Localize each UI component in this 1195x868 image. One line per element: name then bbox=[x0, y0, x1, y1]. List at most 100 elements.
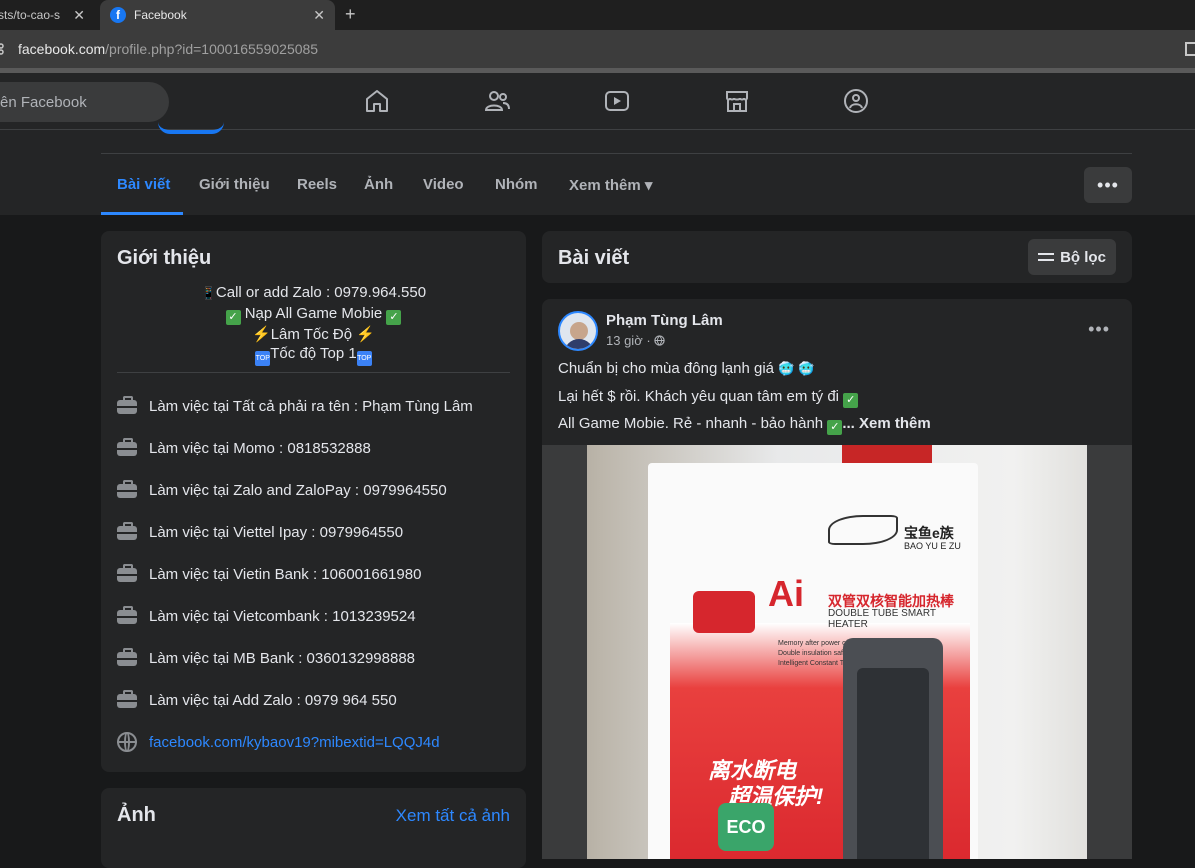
more-options-button[interactable]: ••• bbox=[1084, 167, 1132, 203]
url-host: facebook.com bbox=[18, 41, 106, 57]
work-item: Làm việc tại Viettel Ipay : 0979964550 bbox=[117, 520, 510, 544]
watch-icon[interactable] bbox=[604, 88, 630, 114]
bio-line-text: Lâm Tốc Độ bbox=[270, 325, 353, 343]
search-placeholder: ên Facebook bbox=[0, 94, 87, 111]
product-brand-cn: 宝鱼e族 bbox=[904, 525, 954, 541]
top-icon: TOP bbox=[356, 351, 372, 366]
tab-about[interactable]: Giới thiệu bbox=[199, 176, 270, 193]
product-ai-label: Ai bbox=[768, 573, 804, 614]
work-item: Làm việc tại MB Bank : 0360132998888 bbox=[117, 646, 510, 670]
see-more-link[interactable]: ... Xem thêm bbox=[842, 415, 930, 432]
facebook-favicon-icon: f bbox=[110, 7, 126, 23]
website-item: facebook.com/kybaov19?mibextid=LQQJ4d bbox=[117, 730, 510, 754]
tab-close-icon[interactable]: ✕ bbox=[73, 7, 85, 24]
marketplace-icon[interactable] bbox=[724, 88, 750, 114]
briefcase-icon bbox=[117, 480, 137, 500]
briefcase-icon bbox=[117, 438, 137, 458]
lightning-icon: ⚡ bbox=[252, 325, 271, 343]
work-item: Làm việc tại Tất cả phải ra tên : Phạm T… bbox=[117, 394, 510, 418]
tab-close-icon[interactable]: ✕ bbox=[313, 7, 325, 24]
post-author-name[interactable]: Phạm Tùng Lâm bbox=[606, 312, 723, 329]
work-item: Làm việc tại Momo : 0818532888 bbox=[117, 436, 510, 460]
check-icon: ✓ bbox=[225, 309, 241, 325]
active-tab-indicator bbox=[101, 212, 183, 215]
profile-tabs-bar: Bài viết Giới thiệu Reels Ảnh Video Nhóm… bbox=[0, 130, 1195, 215]
tab-groups[interactable]: Nhóm bbox=[495, 176, 538, 193]
eco-text: ECO bbox=[726, 817, 766, 837]
post-text: Lại hết $ rồi. Khách yêu quan tâm em tý … bbox=[558, 388, 839, 405]
product-feature: Memory after power off. bbox=[778, 640, 852, 647]
url-path: /profile.php?id=100016559025085 bbox=[105, 41, 319, 57]
filter-icon bbox=[1038, 250, 1055, 264]
filter-label: Bộ lọc bbox=[1060, 248, 1106, 266]
product-title-en: DOUBLE TUBE SMART HEATER bbox=[828, 608, 936, 630]
post-text-line-1: Chuẩn bị cho mùa đông lạnh giá 🥶 🥶 bbox=[558, 360, 814, 377]
work-text: Làm việc tại Momo : 0818532888 bbox=[149, 439, 371, 457]
filter-button[interactable]: Bộ lọc bbox=[1028, 239, 1116, 275]
check-icon: ✓ bbox=[843, 393, 859, 408]
heater-device bbox=[843, 638, 943, 859]
bio-line-1: 📱Call or add Zalo : 0979.964.550 bbox=[117, 283, 510, 304]
tab-posts[interactable]: Bài viết bbox=[117, 176, 170, 193]
photos-card: Ảnh Xem tất cả ảnh bbox=[101, 788, 526, 868]
bio-line-3: ⚡Lâm Tốc Độ ⚡ bbox=[117, 325, 510, 345]
bio-line-2: ✓ Nạp All Game Mobie ✓ bbox=[117, 304, 510, 325]
work-text: Làm việc tại Zalo and ZaloPay : 09799645… bbox=[149, 481, 447, 499]
tab-title: sts/to-cao-s bbox=[0, 8, 61, 22]
tab-see-more[interactable]: Xem thêm ▾ bbox=[569, 176, 652, 194]
work-text: Làm việc tại MB Bank : 0360132998888 bbox=[149, 649, 416, 667]
search-input[interactable]: ên Facebook bbox=[0, 82, 169, 122]
browser-tab-facebook[interactable]: f Facebook ✕ bbox=[100, 0, 335, 30]
site-info-icon[interactable] bbox=[0, 42, 6, 56]
briefcase-icon bbox=[117, 648, 137, 668]
top-icon: TOP bbox=[255, 351, 271, 366]
new-tab-button[interactable]: + bbox=[345, 4, 356, 25]
photos-title: Ảnh bbox=[117, 804, 156, 826]
website-link[interactable]: facebook.com/kybaov19?mibextid=LQQJ4d bbox=[149, 734, 440, 751]
check-icon: ✓ bbox=[386, 309, 402, 325]
work-text: Làm việc tại Tất cả phải ra tên : Phạm T… bbox=[149, 397, 473, 415]
check-icon: ✓ bbox=[827, 420, 843, 435]
work-item: Làm việc tại Zalo and ZaloPay : 09799645… bbox=[117, 478, 510, 502]
globe-icon bbox=[117, 732, 137, 752]
author-avatar[interactable] bbox=[558, 311, 598, 351]
work-item: Làm việc tại Vietin Bank : 106001661980 bbox=[117, 562, 510, 586]
tab-title: Facebook bbox=[134, 8, 187, 22]
address-bar[interactable]: facebook.com/profile.php?id=100016559025… bbox=[0, 30, 1195, 68]
posts-title: Bài viết bbox=[558, 247, 630, 269]
tab-videos[interactable]: Video bbox=[423, 176, 464, 193]
work-item: Làm việc tại Add Zalo : 0979 964 550 bbox=[117, 688, 510, 712]
browser-tab-bar: sts/to-cao-s ✕ f Facebook ✕ + bbox=[0, 0, 1195, 30]
post-text: Chuẩn bị cho mùa đông lạnh giá bbox=[558, 360, 774, 377]
post-text-line-3: All Game Mobie. Rẻ - nhanh - bảo hành ✓.… bbox=[558, 415, 931, 435]
fish-logo-icon bbox=[828, 515, 898, 545]
bio-text: 📱Call or add Zalo : 0979.964.550 ✓ Nạp A… bbox=[117, 283, 510, 366]
post-timestamp[interactable]: 13 giờ · bbox=[606, 333, 665, 348]
browser-tab-1[interactable]: sts/to-cao-s ✕ bbox=[0, 0, 97, 30]
see-all-photos-link[interactable]: Xem tất cả ảnh bbox=[396, 806, 510, 826]
cold-face-emoji: 🥶 🥶 bbox=[778, 361, 815, 376]
posts-header-card: Bài viết Bộ lọc bbox=[542, 231, 1132, 283]
home-icon[interactable] bbox=[364, 88, 390, 114]
tab-reels[interactable]: Reels bbox=[297, 176, 337, 193]
briefcase-icon bbox=[117, 606, 137, 626]
friends-icon[interactable] bbox=[484, 88, 510, 114]
work-item: Làm việc tại Vietcombank : 1013239524 bbox=[117, 604, 510, 628]
intro-card: Giới thiệu 📱Call or add Zalo : 0979.964.… bbox=[101, 231, 526, 772]
bio-line-text: Nạp All Game Mobie bbox=[244, 304, 383, 322]
intro-title: Giới thiệu bbox=[117, 247, 212, 269]
briefcase-icon bbox=[117, 396, 137, 416]
product-box: 宝鱼e族 BAO YU E ZU Ai 双管双核智能加热棒 DOUBLE TUB… bbox=[648, 463, 978, 859]
intro-divider bbox=[117, 372, 510, 373]
bio-line-4: TOPTốc độ Top 1TOP bbox=[117, 344, 510, 366]
briefcase-icon bbox=[117, 690, 137, 710]
url-text[interactable]: facebook.com/profile.php?id=100016559025… bbox=[18, 41, 318, 57]
post-photo[interactable]: 宝鱼e族 BAO YU E ZU Ai 双管双核智能加热棒 DOUBLE TUB… bbox=[542, 445, 1132, 859]
post-options-button[interactable]: ••• bbox=[1088, 319, 1110, 340]
groups-icon[interactable] bbox=[843, 88, 869, 114]
bio-line-text: Tốc độ Top 1 bbox=[270, 345, 357, 362]
safety-badge-icon bbox=[693, 591, 755, 633]
screen-icon[interactable] bbox=[1185, 42, 1195, 56]
tab-photos[interactable]: Ảnh bbox=[364, 176, 393, 193]
time-text: 13 giờ · bbox=[606, 333, 651, 348]
